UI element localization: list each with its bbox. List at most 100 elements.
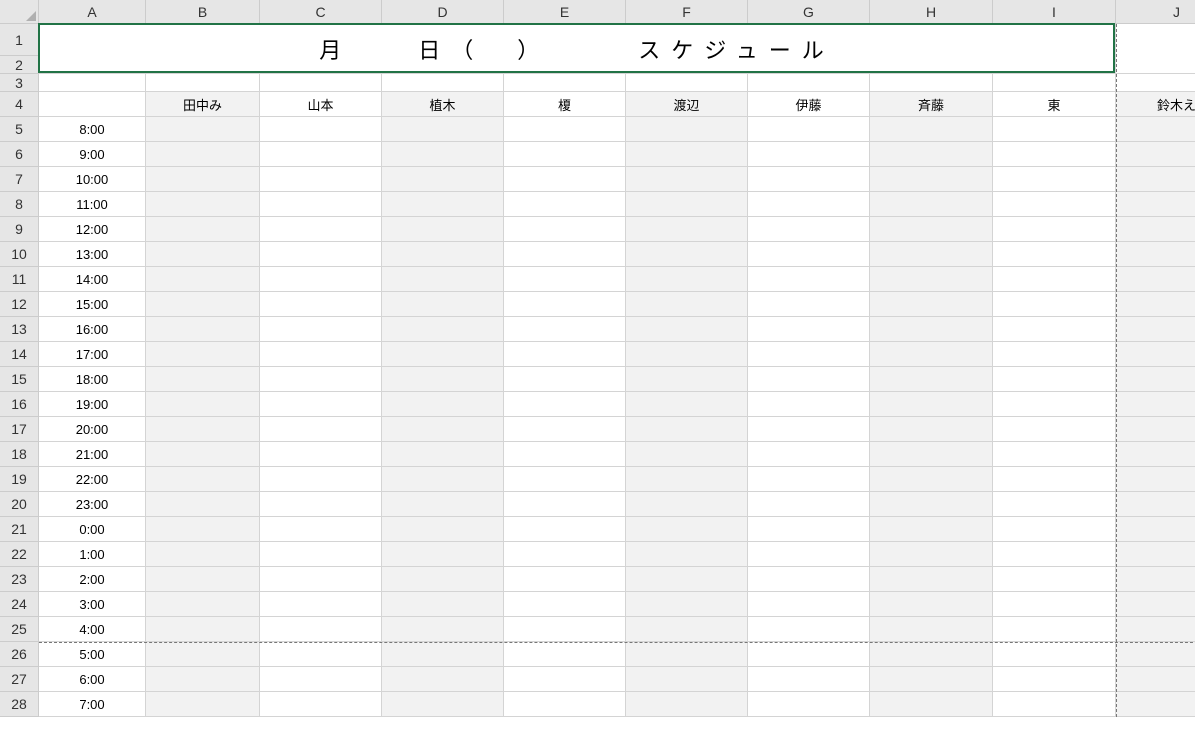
row-header-7[interactable]: 7 bbox=[0, 167, 39, 192]
cell-A21[interactable]: 0:00 bbox=[39, 517, 146, 542]
row-header-14[interactable]: 14 bbox=[0, 342, 39, 367]
cell-F4[interactable]: 渡辺 bbox=[626, 92, 748, 117]
cell-I14[interactable] bbox=[993, 342, 1116, 367]
cell-E6[interactable] bbox=[504, 142, 626, 167]
cell-G21[interactable] bbox=[748, 517, 870, 542]
column-header-H[interactable]: H bbox=[870, 0, 993, 24]
cell-E28[interactable] bbox=[504, 692, 626, 717]
cell-G6[interactable] bbox=[748, 142, 870, 167]
cell-F10[interactable] bbox=[626, 242, 748, 267]
cell-A17[interactable]: 20:00 bbox=[39, 417, 146, 442]
cell-G11[interactable] bbox=[748, 267, 870, 292]
cell-G20[interactable] bbox=[748, 492, 870, 517]
cell-F18[interactable] bbox=[626, 442, 748, 467]
cell-A15[interactable]: 18:00 bbox=[39, 367, 146, 392]
cell-J21[interactable] bbox=[1116, 517, 1195, 542]
row-header-6[interactable]: 6 bbox=[0, 142, 39, 167]
cell-F28[interactable] bbox=[626, 692, 748, 717]
row-header-10[interactable]: 10 bbox=[0, 242, 39, 267]
row-header-9[interactable]: 9 bbox=[0, 217, 39, 242]
cell-F16[interactable] bbox=[626, 392, 748, 417]
cell-F3[interactable] bbox=[626, 74, 748, 92]
cell-A12[interactable]: 15:00 bbox=[39, 292, 146, 317]
cell-B27[interactable] bbox=[146, 667, 260, 692]
cell-B16[interactable] bbox=[146, 392, 260, 417]
cell-H19[interactable] bbox=[870, 467, 993, 492]
column-header-A[interactable]: A bbox=[39, 0, 146, 24]
cell-G8[interactable] bbox=[748, 192, 870, 217]
row-header-23[interactable]: 23 bbox=[0, 567, 39, 592]
row-header-21[interactable]: 21 bbox=[0, 517, 39, 542]
cell-D15[interactable] bbox=[382, 367, 504, 392]
cell-J13[interactable] bbox=[1116, 317, 1195, 342]
cell-E3[interactable] bbox=[504, 74, 626, 92]
cell-C14[interactable] bbox=[260, 342, 382, 367]
cell-F26[interactable] bbox=[626, 642, 748, 667]
row-header-3[interactable]: 3 bbox=[0, 74, 39, 92]
cell-B12[interactable] bbox=[146, 292, 260, 317]
cell-C19[interactable] bbox=[260, 467, 382, 492]
cell-G22[interactable] bbox=[748, 542, 870, 567]
cell-B3[interactable] bbox=[146, 74, 260, 92]
cell-E7[interactable] bbox=[504, 167, 626, 192]
row-header-25[interactable]: 25 bbox=[0, 617, 39, 642]
cell-C12[interactable] bbox=[260, 292, 382, 317]
row-header-12[interactable]: 12 bbox=[0, 292, 39, 317]
cell-J24[interactable] bbox=[1116, 592, 1195, 617]
cell-E26[interactable] bbox=[504, 642, 626, 667]
cell-D11[interactable] bbox=[382, 267, 504, 292]
cell-B21[interactable] bbox=[146, 517, 260, 542]
column-header-D[interactable]: D bbox=[382, 0, 504, 24]
cell-E24[interactable] bbox=[504, 592, 626, 617]
cell-F15[interactable] bbox=[626, 367, 748, 392]
cell-C8[interactable] bbox=[260, 192, 382, 217]
cell-J28[interactable] bbox=[1116, 692, 1195, 717]
cell-E4[interactable]: 榎 bbox=[504, 92, 626, 117]
cell-C25[interactable] bbox=[260, 617, 382, 642]
cell-H9[interactable] bbox=[870, 217, 993, 242]
cell-A28[interactable]: 7:00 bbox=[39, 692, 146, 717]
cell-H3[interactable] bbox=[870, 74, 993, 92]
cell-B8[interactable] bbox=[146, 192, 260, 217]
cell-B7[interactable] bbox=[146, 167, 260, 192]
cell-C18[interactable] bbox=[260, 442, 382, 467]
cell-G4[interactable]: 伊藤 bbox=[748, 92, 870, 117]
cell-F21[interactable] bbox=[626, 517, 748, 542]
cell-B10[interactable] bbox=[146, 242, 260, 267]
cell-A18[interactable]: 21:00 bbox=[39, 442, 146, 467]
cell-E10[interactable] bbox=[504, 242, 626, 267]
cell-I6[interactable] bbox=[993, 142, 1116, 167]
cell-G15[interactable] bbox=[748, 367, 870, 392]
cell-B4[interactable]: 田中み bbox=[146, 92, 260, 117]
cell-J12[interactable] bbox=[1116, 292, 1195, 317]
cell-G16[interactable] bbox=[748, 392, 870, 417]
cell-B25[interactable] bbox=[146, 617, 260, 642]
cell-C16[interactable] bbox=[260, 392, 382, 417]
cell-F8[interactable] bbox=[626, 192, 748, 217]
cell-J10[interactable] bbox=[1116, 242, 1195, 267]
row-header-5[interactable]: 5 bbox=[0, 117, 39, 142]
row-header-24[interactable]: 24 bbox=[0, 592, 39, 617]
cell-H17[interactable] bbox=[870, 417, 993, 442]
cell-D22[interactable] bbox=[382, 542, 504, 567]
cell-I28[interactable] bbox=[993, 692, 1116, 717]
cell-C23[interactable] bbox=[260, 567, 382, 592]
cell-J5[interactable] bbox=[1116, 117, 1195, 142]
cell-I3[interactable] bbox=[993, 74, 1116, 92]
column-header-I[interactable]: I bbox=[993, 0, 1116, 24]
cell-C17[interactable] bbox=[260, 417, 382, 442]
cell-B17[interactable] bbox=[146, 417, 260, 442]
cell-B18[interactable] bbox=[146, 442, 260, 467]
cell-C21[interactable] bbox=[260, 517, 382, 542]
cell-B26[interactable] bbox=[146, 642, 260, 667]
cell-D25[interactable] bbox=[382, 617, 504, 642]
cell-C6[interactable] bbox=[260, 142, 382, 167]
row-header-26[interactable]: 26 bbox=[0, 642, 39, 667]
cell-J3[interactable] bbox=[1116, 74, 1195, 92]
cell-H4[interactable]: 斉藤 bbox=[870, 92, 993, 117]
cell-A3[interactable] bbox=[39, 74, 146, 92]
cell-D9[interactable] bbox=[382, 217, 504, 242]
cell-I10[interactable] bbox=[993, 242, 1116, 267]
column-header-G[interactable]: G bbox=[748, 0, 870, 24]
cell-D19[interactable] bbox=[382, 467, 504, 492]
